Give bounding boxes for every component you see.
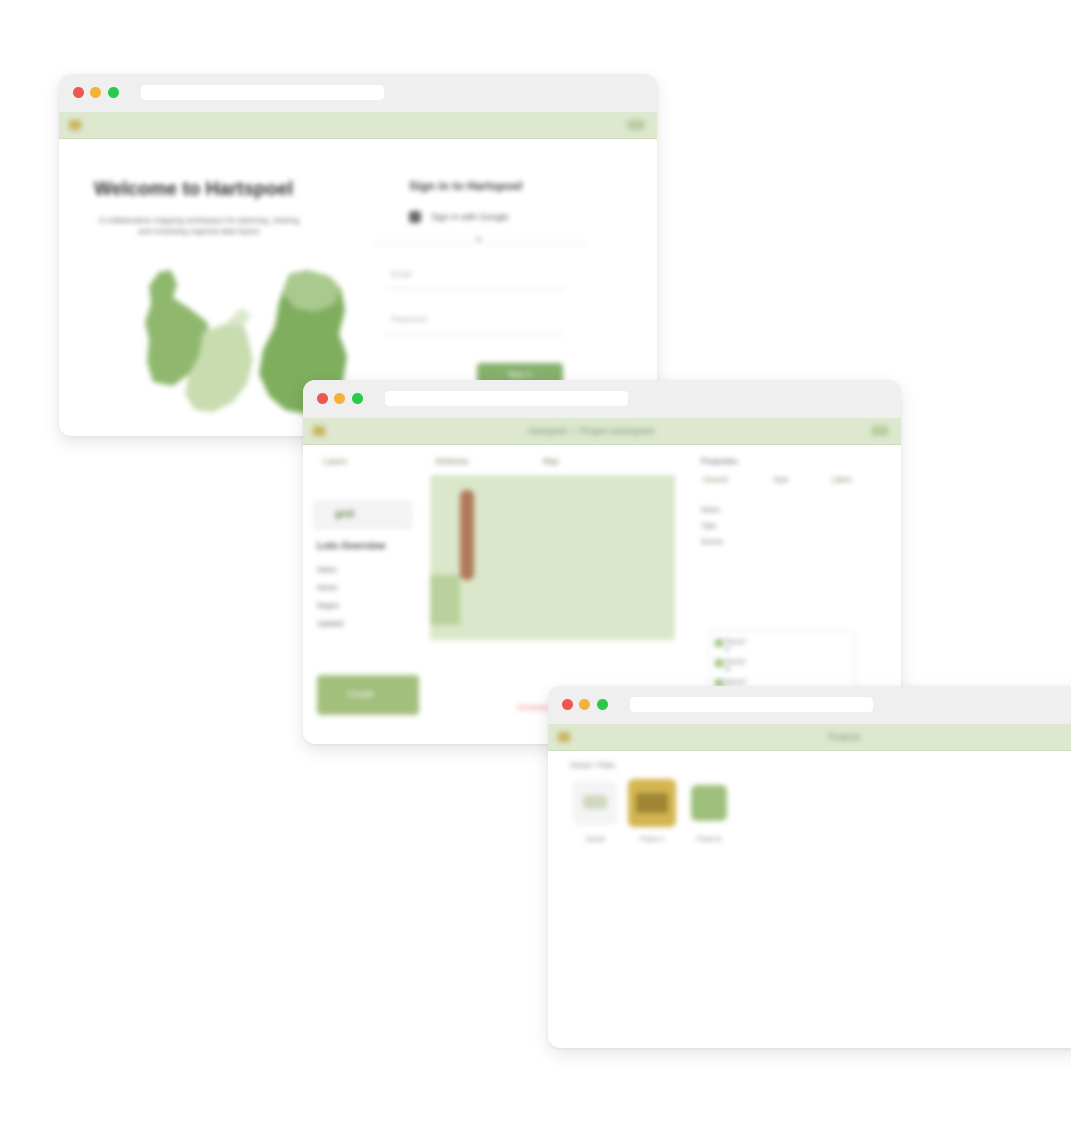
address-bar[interactable] [385, 391, 628, 406]
window-titlebar [303, 380, 901, 418]
project-card[interactable]: grid [313, 500, 413, 530]
create-button-label: Create [347, 689, 375, 699]
detail-row: Name [701, 507, 720, 514]
maximize-window-button[interactable] [108, 87, 119, 98]
password-field[interactable]: Password [385, 309, 565, 334]
map-layer-strip [430, 575, 460, 625]
list-item-label: Parcel A [725, 639, 745, 653]
tile-label: Project A [639, 837, 664, 843]
hero-subtitle: A collaborative mapping workspace for pl… [98, 216, 300, 236]
side-row: Status [317, 567, 337, 574]
color-swatch [715, 659, 723, 667]
maximize-window-button[interactable] [597, 699, 608, 710]
email-field[interactable]: Email [385, 264, 565, 289]
app-header [59, 112, 657, 139]
hero-title: Welcome to Hartspoel [94, 179, 294, 200]
account-menu-button[interactable] [871, 426, 889, 436]
detail-row: Source [701, 539, 724, 546]
app-title: Projects [828, 732, 861, 742]
gallery-window: Projects Home / Files Upload Project A P… [548, 686, 1071, 1048]
email-placeholder: Email [391, 270, 412, 279]
details-title: Properties [701, 457, 738, 466]
tile-label: Upload [585, 837, 605, 843]
map-region-notch [225, 308, 251, 326]
google-icon [409, 211, 421, 223]
project-title: Lots Overview [317, 541, 386, 552]
list-item-label: Parcel B [725, 659, 745, 673]
close-window-button[interactable] [73, 87, 84, 98]
side-row: Updated [317, 621, 344, 628]
account-menu-button[interactable] [627, 120, 645, 130]
tab-layers[interactable]: Layers [323, 457, 347, 466]
minimize-window-button[interactable] [579, 699, 590, 710]
password-placeholder: Password [391, 315, 427, 324]
side-row: Owner [317, 585, 338, 592]
breadcrumb[interactable]: Home / Files [570, 761, 615, 770]
tab-style[interactable]: Style [773, 477, 789, 484]
signin-title: Sign in to Hartspoel [409, 179, 523, 193]
window-titlebar [548, 686, 1071, 724]
minimize-window-button[interactable] [90, 87, 101, 98]
address-bar[interactable] [630, 697, 873, 712]
tab-attributes[interactable]: Attributes [435, 457, 469, 466]
gallery-content: Home / Files Upload Project A Project B [548, 751, 1071, 1048]
window-titlebar [59, 74, 657, 112]
app-logo[interactable] [558, 732, 570, 742]
app-logo[interactable] [69, 120, 81, 130]
tile-label: Project B [696, 837, 722, 843]
upload-icon [583, 795, 607, 809]
close-window-button[interactable] [317, 393, 328, 404]
unsaved-warning: Unsaved [517, 703, 549, 712]
map-canvas[interactable] [430, 475, 675, 640]
app-logo[interactable] [313, 426, 325, 436]
tab-map[interactable]: Map [543, 457, 559, 466]
minimize-window-button[interactable] [334, 393, 345, 404]
project-tile-b[interactable] [691, 785, 727, 821]
screenshot-stage: Welcome to Hartspoel A collaborative map… [0, 0, 1071, 1123]
upload-tile[interactable] [573, 781, 617, 825]
maximize-window-button[interactable] [352, 393, 363, 404]
app-header: Projects [548, 724, 1071, 751]
address-bar[interactable] [141, 85, 384, 100]
project-brand: grid [335, 509, 354, 520]
sso-button[interactable]: Sign in with Google [409, 209, 559, 227]
project-tile-a[interactable] [628, 779, 676, 827]
sso-button-label: Sign in with Google [431, 212, 509, 222]
tab-labels[interactable]: Labels [831, 477, 852, 484]
or-label: or [471, 235, 487, 244]
detail-row: Type [701, 523, 717, 530]
close-window-button[interactable] [562, 699, 573, 710]
side-row: Region [317, 603, 340, 610]
project-thumbnail [636, 793, 668, 813]
app-title: Hartspoel — Project workspace [528, 426, 655, 436]
app-header: Hartspoel — Project workspace [303, 418, 901, 445]
color-swatch [715, 639, 723, 647]
create-button[interactable]: Create [317, 675, 419, 715]
tab-general[interactable]: General [703, 477, 728, 484]
map-marker[interactable] [460, 490, 474, 580]
